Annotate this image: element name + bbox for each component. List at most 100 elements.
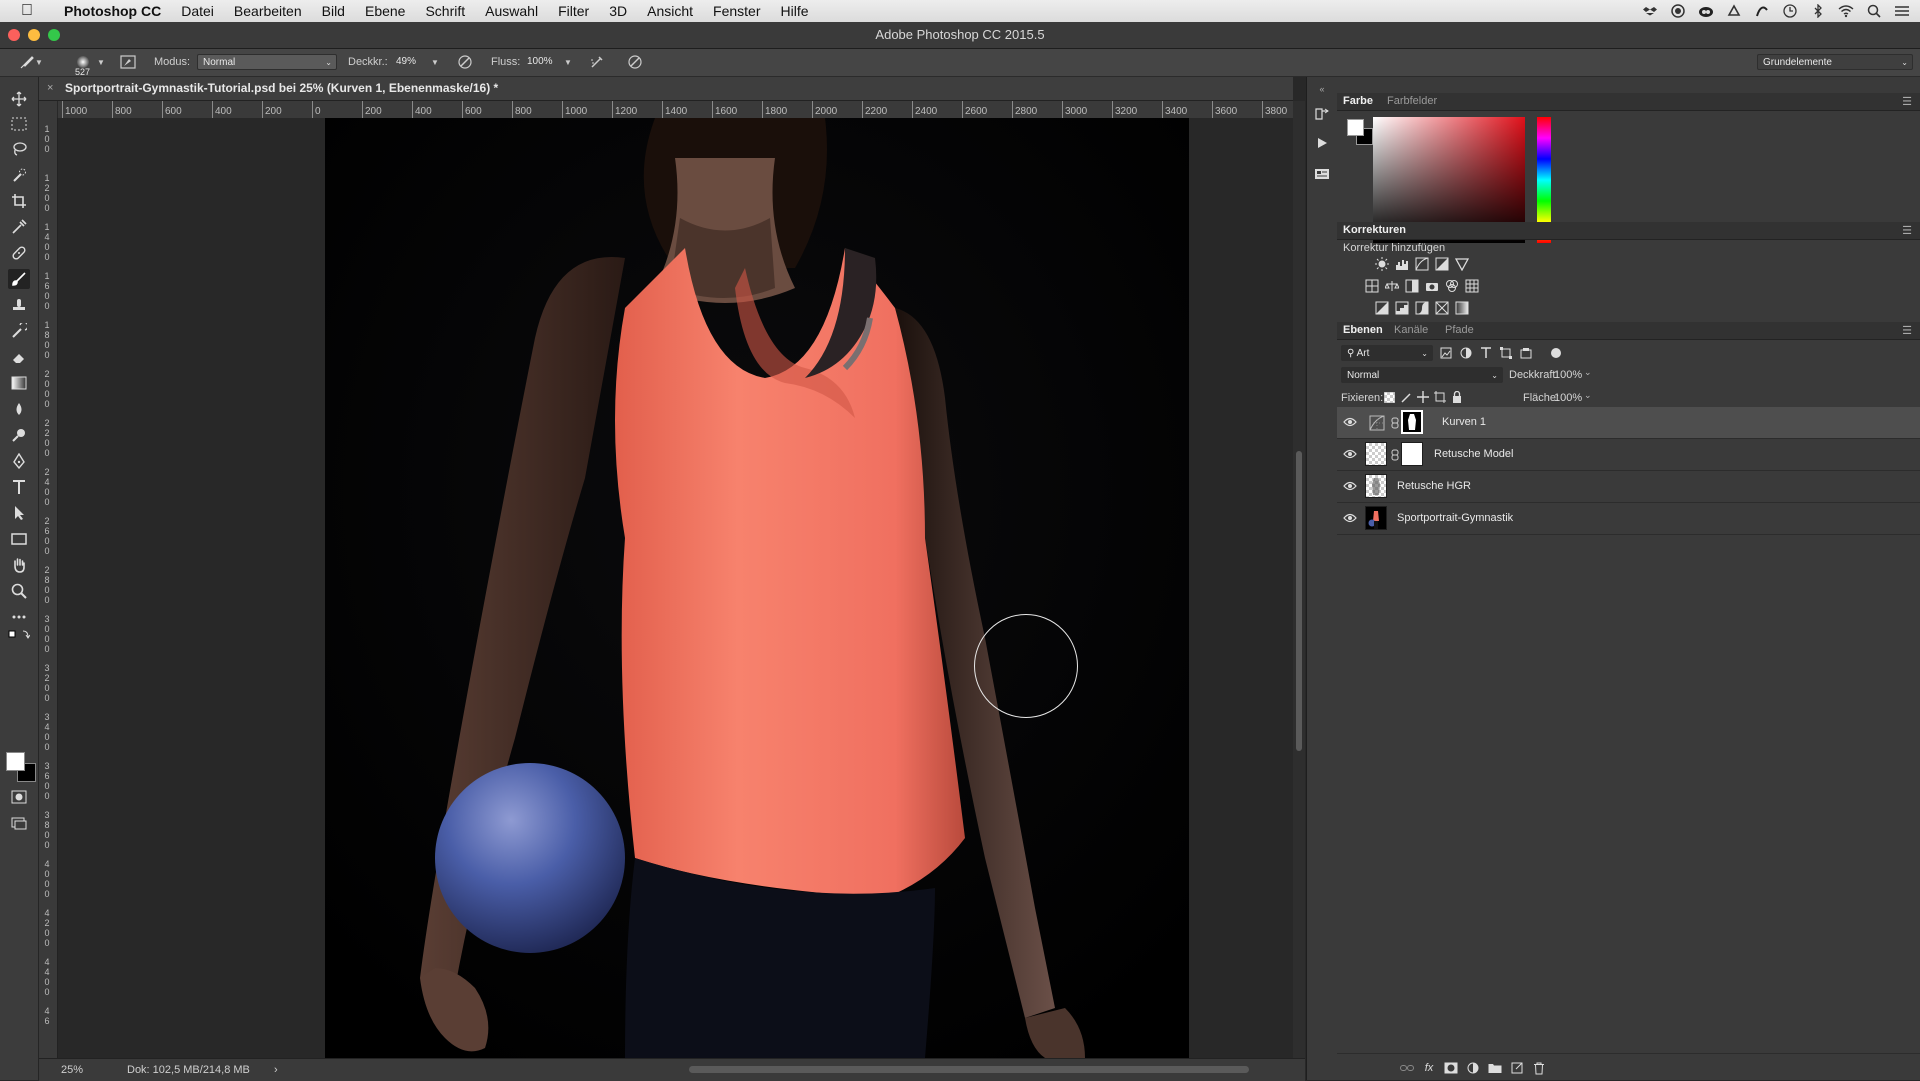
adjustments-title[interactable]: Korrekturen	[1343, 222, 1406, 239]
crop-tool-icon[interactable]	[8, 191, 30, 211]
layer-thumbnail[interactable]	[1365, 474, 1387, 498]
photo-filter-icon[interactable]	[1424, 278, 1440, 294]
canvas-area[interactable]	[58, 118, 1293, 1058]
layer-visibility-eye-icon[interactable]	[1343, 479, 1357, 493]
zoom-tool-icon[interactable]	[8, 581, 30, 601]
gradient-tool-icon[interactable]	[8, 373, 30, 393]
swap-colors-icon[interactable]	[8, 628, 30, 642]
layer-row-sportportrait-gymnastik[interactable]: Sportportrait-Gymnastik	[1337, 503, 1920, 535]
move-tool-icon[interactable]	[8, 89, 30, 109]
filter-toggle-switch[interactable]	[1551, 348, 1561, 358]
blur-tool-icon[interactable]	[8, 399, 30, 419]
new-group-folder-icon[interactable]	[1487, 1060, 1503, 1076]
pen-tool-icon[interactable]	[8, 451, 30, 471]
airbrush-icon[interactable]	[588, 53, 606, 71]
posterize-icon[interactable]	[1394, 300, 1410, 316]
layer-name[interactable]: Retusche Model	[1434, 439, 1514, 470]
layer-mask-link-icon[interactable]	[1391, 417, 1399, 429]
menu-schrift[interactable]: Schrift	[415, 0, 475, 22]
bluetooth-icon[interactable]	[1810, 3, 1826, 19]
clone-stamp-tool-icon[interactable]	[8, 295, 30, 315]
script-icon[interactable]	[1754, 3, 1770, 19]
pressure-opacity-icon[interactable]	[456, 53, 474, 71]
menu-ansicht[interactable]: Ansicht	[637, 0, 703, 22]
vibrance-icon[interactable]	[1454, 256, 1470, 272]
color-panel-menu-icon[interactable]: ☰	[1902, 95, 1912, 108]
threshold-icon[interactable]	[1414, 300, 1430, 316]
document-image[interactable]	[325, 118, 1189, 1058]
tab-farbe[interactable]: Farbe	[1343, 93, 1373, 110]
tab-pfade[interactable]: Pfade	[1445, 322, 1474, 339]
selective-color-icon[interactable]	[1434, 300, 1450, 316]
fluss-input[interactable]: 100%	[527, 54, 553, 70]
layer-mask-link-icon[interactable]	[1391, 449, 1399, 461]
filter-adjustment-layers-icon[interactable]	[1458, 345, 1474, 361]
layer-visibility-eye-icon[interactable]	[1343, 415, 1357, 429]
dodge-tool-icon[interactable]	[8, 425, 30, 445]
layer-visibility-eye-icon[interactable]	[1343, 511, 1357, 525]
menu-ebene[interactable]: Ebene	[355, 0, 415, 22]
close-document-icon[interactable]: ×	[47, 77, 53, 100]
layer-name[interactable]: Retusche HGR	[1397, 471, 1471, 502]
document-tab[interactable]: × Sportportrait-Gymnastik-Tutorial.psd b…	[39, 77, 1293, 101]
history-brush-tool-icon[interactable]	[8, 321, 30, 341]
tool-preset-chevron-icon[interactable]: ▼	[34, 53, 44, 71]
layer-opacity-chevron-icon[interactable]: ⌄	[1584, 367, 1592, 378]
filter-shape-layers-icon[interactable]	[1498, 345, 1514, 361]
new-adjustment-layer-icon[interactable]	[1465, 1060, 1481, 1076]
delete-layer-trash-icon[interactable]	[1531, 1060, 1547, 1076]
filter-type-layers-icon[interactable]	[1478, 345, 1494, 361]
vertical-scroll-thumb[interactable]	[1296, 451, 1302, 751]
screen-mode-icon[interactable]	[8, 813, 30, 833]
hue-saturation-icon[interactable]	[1364, 278, 1380, 294]
drive-icon[interactable]	[1726, 3, 1742, 19]
quick-selection-tool-icon[interactable]	[8, 165, 30, 185]
menu-3d[interactable]: 3D	[599, 0, 637, 22]
link-layers-icon[interactable]	[1399, 1060, 1415, 1076]
menu-datei[interactable]: Datei	[171, 0, 224, 22]
rectangle-tool-icon[interactable]	[8, 529, 30, 549]
tab-ebenen[interactable]: Ebenen	[1343, 322, 1383, 339]
adjustments-panel-menu-icon[interactable]: ☰	[1902, 224, 1912, 237]
dropbox-icon[interactable]	[1642, 3, 1658, 19]
filter-smart-objects-icon[interactable]	[1518, 345, 1534, 361]
brush-panel-toggle-icon[interactable]	[119, 53, 137, 71]
levels-icon[interactable]	[1394, 256, 1410, 272]
type-tool-icon[interactable]	[8, 477, 30, 497]
quick-mask-icon[interactable]	[8, 787, 30, 807]
vertical-ruler[interactable]: 1 0 0 1 2 0 0 1 4 0 0 1 6 0 0 1 8 0 0 2 0 0 0…	[39, 118, 58, 1058]
deckkraft-chevron-icon[interactable]: ▼	[430, 53, 440, 71]
lock-position-icon[interactable]	[1415, 389, 1431, 405]
add-mask-icon[interactable]	[1443, 1060, 1459, 1076]
black-white-icon[interactable]	[1404, 278, 1420, 294]
layer-mask-thumbnail[interactable]	[1401, 442, 1423, 466]
tab-farbfelder[interactable]: Farbfelder	[1387, 93, 1437, 110]
layer-style-fx-icon[interactable]: fx	[1421, 1060, 1437, 1076]
document-info[interactable]: Dok: 102,5 MB/214,8 MB	[127, 1059, 250, 1081]
workspace-select[interactable]: Grundelemente ⌄	[1757, 54, 1913, 70]
time-machine-icon[interactable]	[1782, 3, 1798, 19]
pressure-size-icon[interactable]	[626, 53, 644, 71]
notification-list-icon[interactable]	[1894, 3, 1910, 19]
menu-hilfe[interactable]: Hilfe	[771, 0, 819, 22]
eraser-tool-icon[interactable]	[8, 347, 30, 367]
layer-opacity-input[interactable]: 100%	[1554, 369, 1582, 381]
lasso-tool-icon[interactable]	[8, 139, 30, 159]
layer-name[interactable]: Sportportrait-Gymnastik	[1397, 503, 1513, 534]
deckkraft-input[interactable]: 49%	[396, 54, 416, 70]
layer-thumbnail[interactable]	[1365, 442, 1387, 466]
layer-row-retusche-model[interactable]: Retusche Model	[1337, 439, 1920, 471]
eyedropper-tool-icon[interactable]	[8, 217, 30, 237]
horizontal-scrollbar[interactable]	[689, 1066, 1249, 1073]
wifi-icon[interactable]	[1838, 3, 1854, 19]
creative-cloud-icon[interactable]	[1698, 3, 1714, 19]
menu-bearbeiten[interactable]: Bearbeiten	[224, 0, 312, 22]
exposure-icon[interactable]	[1434, 256, 1450, 272]
curves-icon[interactable]	[1414, 256, 1430, 272]
modus-select[interactable]: Normal ⌄	[197, 54, 337, 70]
lock-image-pixels-icon[interactable]	[1398, 389, 1414, 405]
color-lookup-icon[interactable]	[1464, 278, 1480, 294]
color-balance-icon[interactable]	[1384, 278, 1400, 294]
layer-blend-mode-select[interactable]: Normal ⌄	[1341, 367, 1503, 383]
menu-fenster[interactable]: Fenster	[703, 0, 770, 22]
